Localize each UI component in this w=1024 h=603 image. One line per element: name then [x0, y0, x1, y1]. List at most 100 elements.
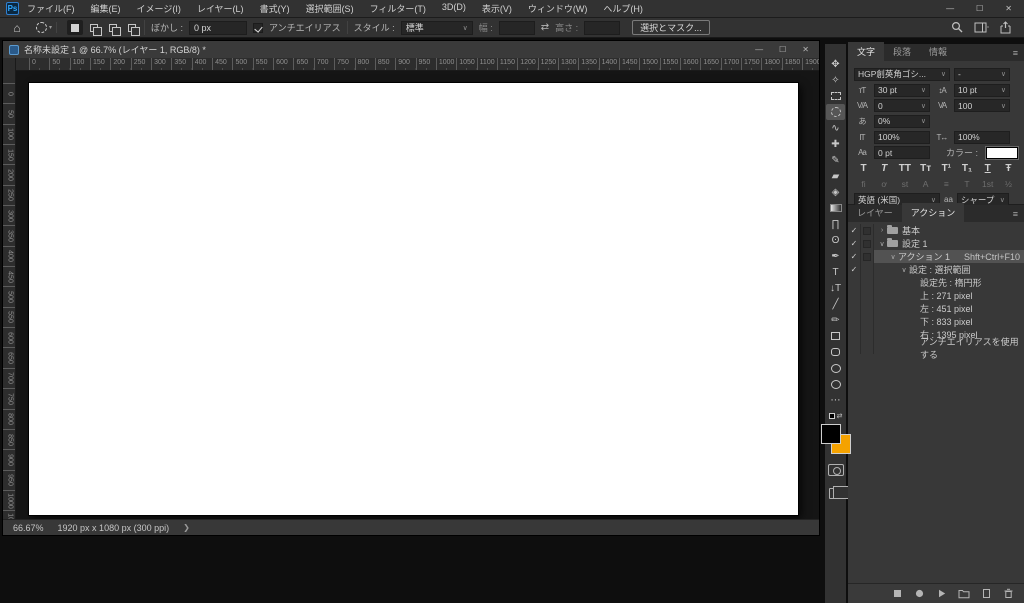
app-maximize-button[interactable]: ☐ [976, 4, 983, 13]
pen-tool[interactable]: ✒ [826, 248, 845, 264]
baseline-shift-field[interactable]: 0 pt [874, 146, 930, 160]
brush-tool[interactable]: ✎ [826, 152, 845, 168]
action-dialog-toggle[interactable] [861, 250, 874, 263]
menu-item[interactable]: 選択範囲(S) [306, 2, 354, 15]
expander-icon[interactable]: › [877, 227, 887, 234]
foreground-color-swatch[interactable] [820, 424, 841, 444]
record-button[interactable] [914, 588, 925, 599]
workspace-switcher-icon[interactable] [974, 22, 989, 34]
vertical-type-tool[interactable]: ↓T [826, 280, 845, 296]
horizontal-ruler[interactable]: 0 50 100 150 200 250 300 350 400 450 500 550 600 650 7… [16, 58, 819, 70]
fractions-button[interactable]: ½ [1001, 179, 1016, 189]
paint-bucket-tool[interactable]: ◈ [826, 184, 845, 200]
expander-icon[interactable]: ∨ [888, 253, 898, 261]
menu-item[interactable]: フィルター(T) [370, 2, 426, 15]
superscript-button[interactable]: T¹ [939, 163, 954, 174]
swash-button[interactable]: ơ [877, 179, 892, 189]
stamp-tool[interactable]: ∏ [826, 216, 845, 232]
doc-maximize-button[interactable]: ☐ [779, 45, 786, 54]
share-icon[interactable] [999, 21, 1012, 34]
stop-recording-button[interactable] [892, 588, 903, 599]
action-enable-check[interactable]: ✓ [848, 237, 861, 250]
small-caps-button[interactable]: Tт [918, 163, 933, 174]
pasteboard[interactable] [16, 71, 819, 519]
ordinals-button[interactable]: 1st [980, 179, 995, 189]
ligatures-button[interactable]: fi [856, 179, 871, 189]
strikethrough-button[interactable]: Ŧ [1001, 163, 1016, 174]
doc-minimize-button[interactable]: — [755, 45, 763, 54]
action-row[interactable]: ✓ ∨ 設定 1 [848, 237, 1024, 250]
action-enable-check[interactable]: ✓ [848, 250, 861, 263]
screen-mode-button[interactable] [828, 486, 849, 499]
font-style-select[interactable]: - ∨ [954, 67, 1010, 81]
menu-item[interactable]: 表示(V) [482, 2, 512, 15]
new-action-button[interactable] [981, 588, 992, 599]
action-row[interactable]: ✓ ∨ 設定 : 選択範囲 [848, 263, 1024, 276]
ornaments-button[interactable]: ≡ [939, 179, 954, 189]
healing-brush-tool[interactable]: ✚ [826, 136, 845, 152]
action-row[interactable]: 左 : 451 pixel [848, 302, 1024, 315]
ellipse-marquee-tool[interactable] [826, 104, 845, 120]
menu-item[interactable]: レイヤー(L) [197, 2, 244, 15]
menu-item[interactable]: ファイル(F) [27, 2, 75, 15]
home-icon[interactable]: ⌂ [8, 21, 26, 35]
faux-bold-button[interactable]: T [856, 163, 871, 174]
lasso-tool[interactable]: ∿ [826, 120, 845, 136]
gradient-tool[interactable] [826, 200, 845, 216]
app-close-button[interactable]: ✕ [1005, 4, 1012, 13]
faux-italic-button[interactable]: T [877, 163, 892, 174]
action-row[interactable]: ✓ › 基本 [848, 224, 1024, 237]
action-enable-check[interactable]: ✓ [848, 263, 861, 276]
action-dialog-toggle[interactable] [861, 237, 874, 250]
zoom-level-field[interactable]: 66.67% [13, 523, 44, 533]
action-dialog-toggle[interactable] [861, 315, 874, 328]
action-dialog-toggle[interactable] [861, 276, 874, 289]
eraser-tool[interactable]: ▰ [826, 168, 845, 184]
status-chevron-icon[interactable]: ❯ [183, 523, 190, 532]
quick-mask-button[interactable] [827, 464, 844, 476]
canvas[interactable] [29, 83, 798, 515]
action-enable-check[interactable] [848, 341, 861, 354]
style-select[interactable]: 標準 ∨ [400, 20, 473, 35]
rect-marquee-tool[interactable] [826, 88, 845, 104]
play-button[interactable] [936, 588, 947, 599]
action-enable-check[interactable] [848, 315, 861, 328]
all-caps-button[interactable]: TT [897, 163, 912, 174]
menu-item[interactable]: 書式(Y) [260, 2, 290, 15]
vertical-ruler[interactable]: 0 50 100 150 200 250 300 350 400 450 500 550 600 650 7… [3, 71, 16, 519]
leading-select[interactable]: 10 pt ∨ [954, 83, 1010, 97]
delete-button[interactable] [1003, 588, 1014, 599]
oldstyle-button[interactable]: T [960, 179, 975, 189]
action-enable-check[interactable] [848, 302, 861, 315]
new-set-folder-button[interactable] [958, 588, 970, 599]
action-enable-check[interactable] [848, 328, 861, 341]
action-enable-check[interactable] [848, 289, 861, 302]
action-dialog-toggle[interactable] [861, 263, 874, 276]
tsume-select[interactable]: 0% ∨ [874, 114, 930, 128]
titling-alt-button[interactable]: A [918, 179, 933, 189]
tab-layers[interactable]: レイヤー [848, 203, 902, 222]
actions-panel-menu-icon[interactable]: ≡ [1007, 206, 1024, 222]
move-tool[interactable]: ✥ [826, 56, 845, 72]
app-minimize-button[interactable]: — [946, 4, 954, 13]
feather-input[interactable] [189, 20, 248, 35]
antialias-checkbox[interactable] [253, 22, 264, 33]
menu-item[interactable]: イメージ(I) [137, 2, 181, 15]
action-dialog-toggle[interactable] [861, 289, 874, 302]
line-tool[interactable]: ╱ [826, 296, 845, 312]
swap-colors-icon[interactable]: ⇄ [837, 412, 843, 420]
intersect-selection-button[interactable] [124, 20, 141, 36]
width-input[interactable] [498, 20, 535, 35]
vertical-scale-field[interactable]: 100% [874, 130, 930, 144]
action-row[interactable]: 上 : 271 pixel [848, 289, 1024, 302]
underline-button[interactable]: T [980, 163, 995, 174]
more-tools[interactable]: ⋯ [826, 392, 845, 408]
action-dialog-toggle[interactable] [861, 341, 874, 354]
type-tool[interactable]: T [826, 264, 845, 280]
menu-item[interactable]: 3D(D) [442, 2, 466, 15]
tab-info[interactable]: 情報 [920, 42, 956, 61]
subscript-button[interactable]: T₁ [960, 163, 975, 174]
expander-icon[interactable]: ∨ [877, 240, 887, 248]
action-row[interactable]: ✓ ∨ アクション 1 Shft+Ctrl+F10 [848, 250, 1024, 263]
character-panel-menu-icon[interactable]: ≡ [1007, 45, 1024, 61]
